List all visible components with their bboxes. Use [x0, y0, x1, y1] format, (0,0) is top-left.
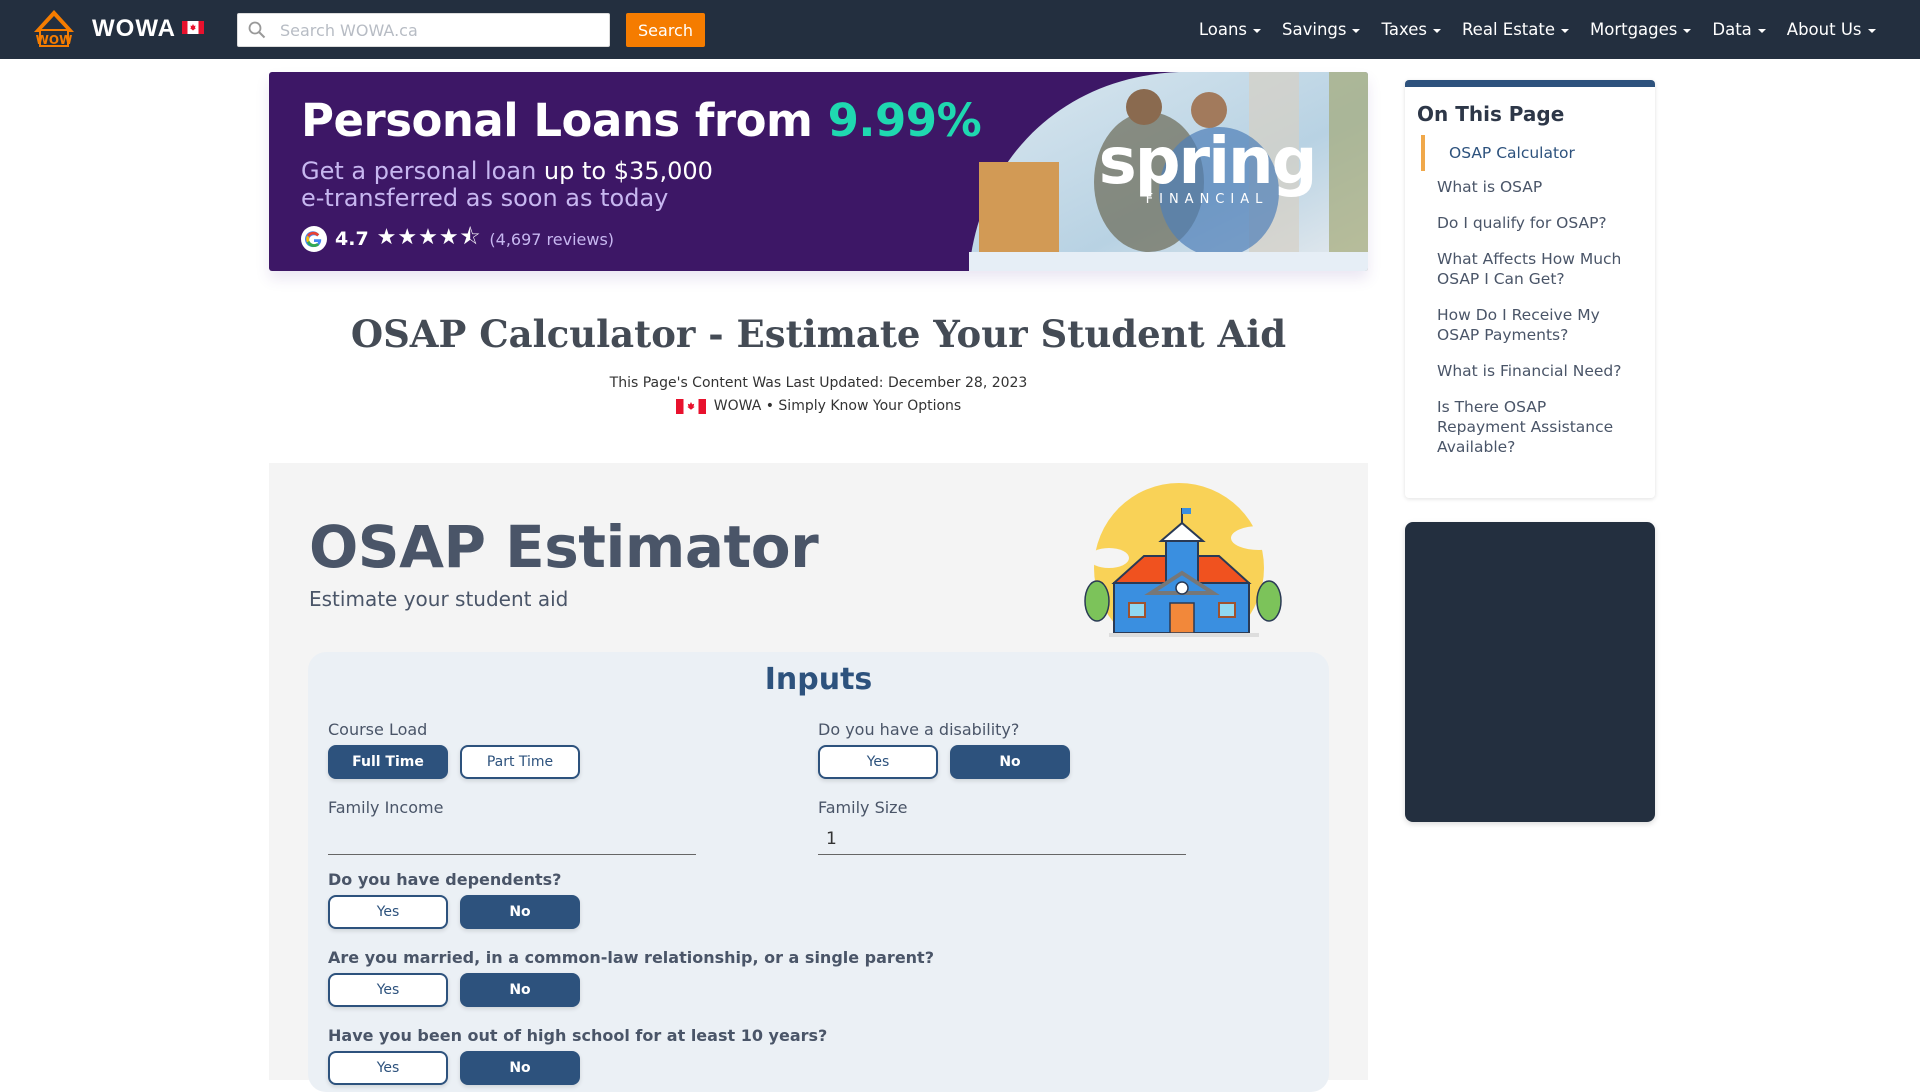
menu-label: Data: [1712, 20, 1752, 39]
tagline-text: WOWA • Simply Know Your Options: [713, 398, 962, 414]
spring-financial-logo: spring FINANCIAL: [1057, 125, 1357, 207]
toc-item-financial-need[interactable]: What is Financial Need?: [1405, 361, 1655, 381]
family-size-input[interactable]: [818, 823, 1186, 855]
family-size-label: Family Size: [818, 798, 908, 817]
inputs-title: Inputs: [764, 662, 873, 697]
svg-text:WOW: WOW: [36, 33, 73, 47]
caret-down-icon: [1352, 28, 1361, 33]
toc-item-repayment-assistance[interactable]: Is There OSAP Repayment Assistance Avail…: [1405, 397, 1655, 457]
toc-item-what-is-osap[interactable]: What is OSAP: [1405, 177, 1655, 197]
disability-field: Do you have a disability? Yes No: [818, 720, 1070, 779]
toc-item-qualify[interactable]: Do I qualify for OSAP?: [1405, 213, 1655, 233]
menu-savings[interactable]: Savings: [1272, 20, 1371, 39]
toc-item-what-affects[interactable]: What Affects How Much OSAP I Can Get?: [1405, 249, 1655, 289]
menu-label: Savings: [1282, 20, 1347, 39]
menu-mortgages[interactable]: Mortgages: [1580, 20, 1702, 39]
star-rating-icon: ★★★★⯪: [376, 225, 482, 250]
married-no-button[interactable]: No: [460, 973, 580, 1007]
canada-flag-icon: [675, 398, 706, 414]
menu-taxes[interactable]: Taxes: [1371, 20, 1451, 39]
osap-estimator: OSAP Estimator Estimate your student aid…: [269, 463, 1368, 1092]
menu-label: Taxes: [1381, 20, 1427, 39]
disability-toggle: Yes No: [818, 745, 1070, 779]
toc-title: On This Page: [1417, 102, 1565, 126]
disability-yes-button[interactable]: Yes: [818, 745, 938, 779]
page-title: OSAP Calculator - Estimate Your Student …: [350, 312, 1287, 356]
menu-data[interactable]: Data: [1702, 20, 1776, 39]
caret-down-icon: [1757, 28, 1766, 33]
google-icon: [301, 226, 327, 252]
menu-loans[interactable]: Loans: [1188, 20, 1271, 39]
wowa-logo-icon[interactable]: WOW: [30, 8, 78, 48]
inputs-card: Inputs Course Load Full Time Part Time D…: [308, 652, 1329, 1092]
estimator-subtitle: Estimate your student aid: [309, 587, 569, 611]
ad-headline-text: Personal Loans from: [301, 94, 828, 147]
toc-item-osap-calculator[interactable]: OSAP Calculator: [1421, 135, 1655, 171]
course-load-field: Course Load Full Time Part Time: [328, 720, 580, 779]
tagline: WOWA • Simply Know Your Options: [269, 398, 1368, 414]
menu-label: About Us: [1786, 20, 1862, 39]
brand-name[interactable]: WOWA: [92, 15, 176, 43]
ad-rate: 9.99%: [827, 94, 982, 147]
family-size-field: Family Size: [818, 798, 1186, 855]
married-label: Are you married, in a common-law relatio…: [328, 948, 934, 967]
ad-headline: Personal Loans from 9.99%: [301, 94, 982, 147]
search-icon: [248, 21, 266, 39]
ad-review-count: (4,697 reviews): [489, 229, 615, 249]
part-time-button[interactable]: Part Time: [460, 745, 580, 779]
disability-label: Do you have a disability?: [818, 720, 1020, 739]
ad-sub-line2: e-transferred as soon as today: [301, 184, 669, 212]
personal-loan-ad-banner[interactable]: Personal Loans from 9.99% Get a personal…: [269, 72, 1368, 271]
course-load-toggle: Full Time Part Time: [328, 745, 580, 779]
married-toggle: Yes No: [328, 973, 934, 1007]
estimator-title: OSAP Estimator: [309, 513, 819, 581]
married-yes-button[interactable]: Yes: [328, 973, 448, 1007]
main-menu: Loans Savings Taxes Real Estate Mortgage…: [1188, 0, 1886, 59]
caret-down-icon: [1253, 28, 1262, 33]
menu-label: Mortgages: [1590, 20, 1678, 39]
full-time-button[interactable]: Full Time: [328, 745, 448, 779]
caret-down-icon: [1561, 28, 1569, 33]
ad-rating: 4.7 ★★★★⯪ (4,697 reviews): [301, 220, 614, 258]
top-nav: WOW WOWA Search Loans Savings Taxes Real…: [0, 0, 1920, 59]
last-updated: This Page's Content Was Last Updated: De…: [609, 375, 1028, 391]
sidebar-ad-placeholder[interactable]: [1405, 522, 1655, 822]
course-load-label: Course Load: [328, 720, 428, 739]
ad-sub-line1: Get a personal loan: [301, 157, 544, 185]
advertiser-name: spring: [1098, 125, 1318, 199]
toc-item-receive-payments[interactable]: How Do I Receive My OSAP Payments?: [1405, 305, 1655, 345]
dependents-label: Do you have dependents?: [328, 870, 562, 889]
married-field: Are you married, in a common-law relatio…: [328, 948, 934, 1007]
ad-rating-score: 4.7: [335, 228, 369, 250]
caret-down-icon: [1432, 28, 1441, 33]
out-of-school-field: Have you been out of high school for at …: [328, 1026, 827, 1085]
out-of-school-label: Have you been out of high school for at …: [328, 1026, 828, 1045]
search-button[interactable]: Search: [626, 13, 705, 47]
on-this-page-toc: On This Page OSAP Calculator What is OSA…: [1405, 80, 1655, 498]
search-field[interactable]: [237, 13, 610, 47]
menu-real-estate[interactable]: Real Estate: [1451, 20, 1579, 39]
family-income-input[interactable]: [328, 823, 696, 855]
ad-subtext: Get a personal loan up to $35,000 e-tran…: [301, 158, 713, 212]
dependents-yes-button[interactable]: Yes: [328, 895, 448, 929]
family-income-field: Family Income: [328, 798, 696, 855]
dependents-field: Do you have dependents? Yes No: [328, 870, 580, 929]
toc-list: OSAP Calculator What is OSAP Do I qualif…: [1405, 135, 1655, 473]
canada-flag-icon: [182, 21, 204, 34]
search-input[interactable]: [280, 14, 600, 46]
menu-label: Real Estate: [1461, 20, 1555, 39]
dependents-toggle: Yes No: [328, 895, 580, 929]
school-building-illustration: [1069, 483, 1299, 648]
family-income-label: Family Income: [328, 798, 444, 817]
ad-sub-amount: up to $35,000: [543, 157, 713, 185]
menu-about-us[interactable]: About Us: [1776, 20, 1886, 39]
caret-down-icon: [1683, 28, 1692, 33]
disability-no-button[interactable]: No: [950, 745, 1070, 779]
caret-down-icon: [1867, 28, 1876, 33]
menu-label: Loans: [1198, 20, 1248, 39]
dependents-no-button[interactable]: No: [460, 895, 580, 929]
